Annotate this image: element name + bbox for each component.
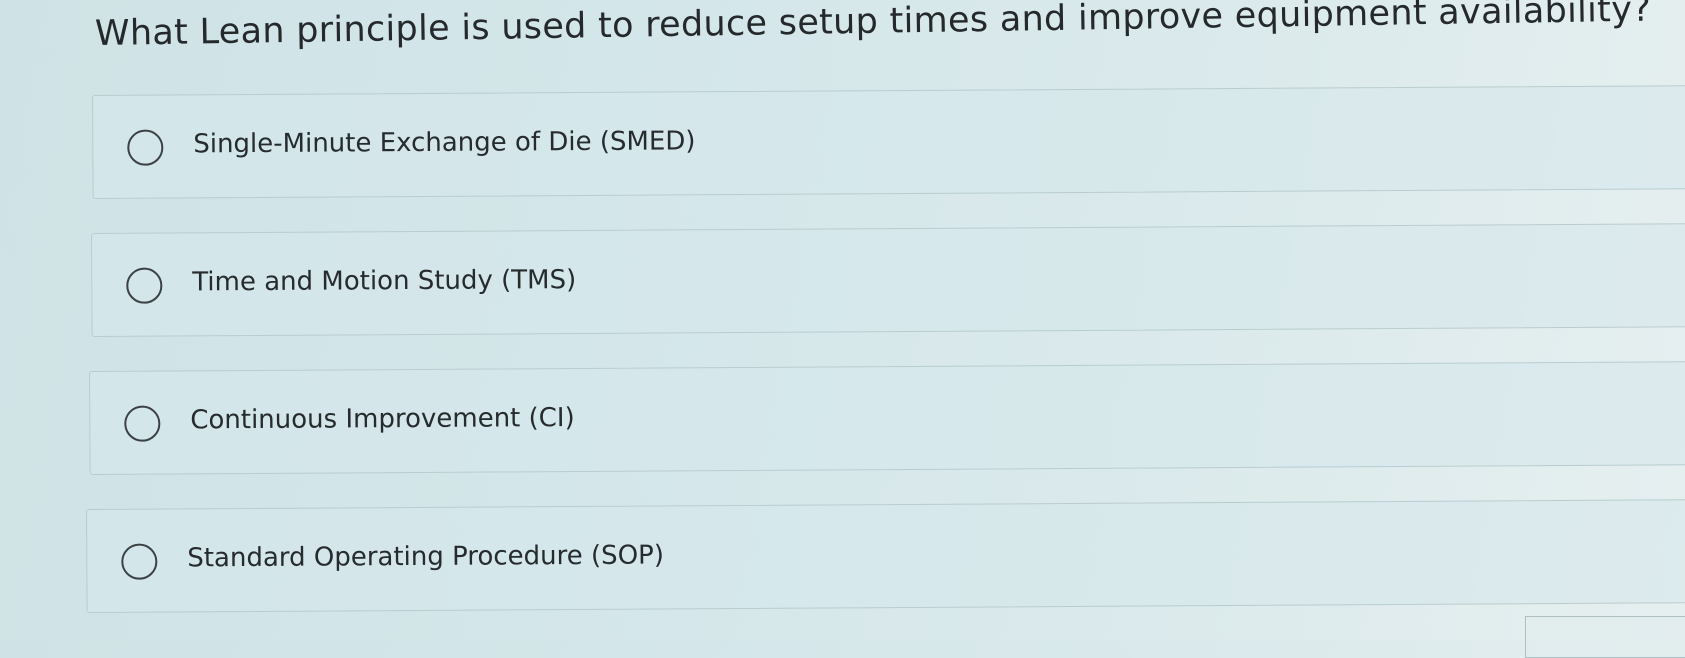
option-sop[interactable]: Standard Operating Procedure (SOP) [86,498,1685,613]
option-ci[interactable]: Continuous Improvement (CI) [89,360,1685,475]
partial-button-edge [1525,616,1685,658]
option-label: Continuous Improvement (CI) [190,403,575,436]
option-label: Standard Operating Procedure (SOP) [187,540,665,574]
answer-options: Single-Minute Exchange of Die (SMED) Tim… [0,0,1685,640]
option-label: Time and Motion Study (TMS) [192,265,577,298]
radio-button[interactable] [127,129,164,166]
option-label: Single-Minute Exchange of Die (SMED) [193,126,696,160]
option-tms[interactable]: Time and Motion Study (TMS) [91,222,1685,337]
option-smed[interactable]: Single-Minute Exchange of Die (SMED) [92,84,1685,199]
radio-button[interactable] [124,405,161,442]
radio-button[interactable] [126,267,163,304]
radio-button[interactable] [121,543,158,580]
